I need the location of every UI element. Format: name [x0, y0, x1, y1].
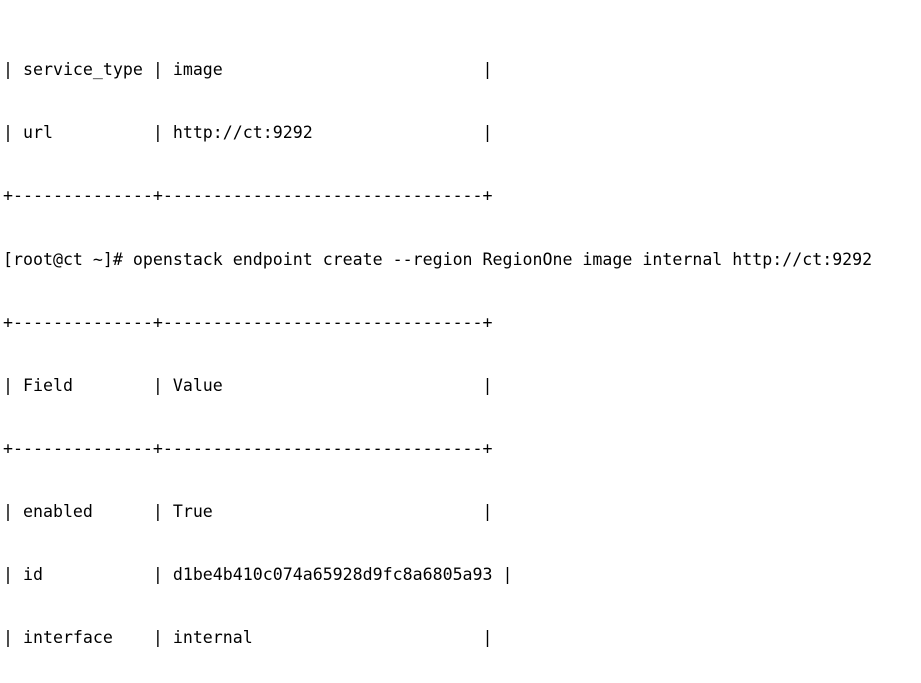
terminal-screen[interactable]: | service_type | image | | url | http://…	[3, 0, 872, 683]
command-line: [root@ct ~]# openstack endpoint create -…	[3, 249, 873, 269]
table-row: | id | d1be4b410c074a65928d9fc8a6805a93 …	[3, 565, 513, 585]
table-row: | interface | internal |	[3, 628, 493, 648]
table-border-line: +--------------+------------------------…	[3, 438, 493, 458]
table-row: | enabled | True |	[3, 502, 493, 522]
terminal-line: | service_type | image |	[3, 60, 493, 80]
table-border-line: +--------------+------------------------…	[3, 312, 493, 332]
terminal-line: | url | http://ct:9292 |	[3, 123, 493, 143]
terminal-window[interactable]: | service_type | image | | url | http://…	[0, 0, 921, 683]
table-header-line: | Field | Value |	[3, 375, 493, 395]
table-border-line: +--------------+------------------------…	[3, 186, 493, 206]
